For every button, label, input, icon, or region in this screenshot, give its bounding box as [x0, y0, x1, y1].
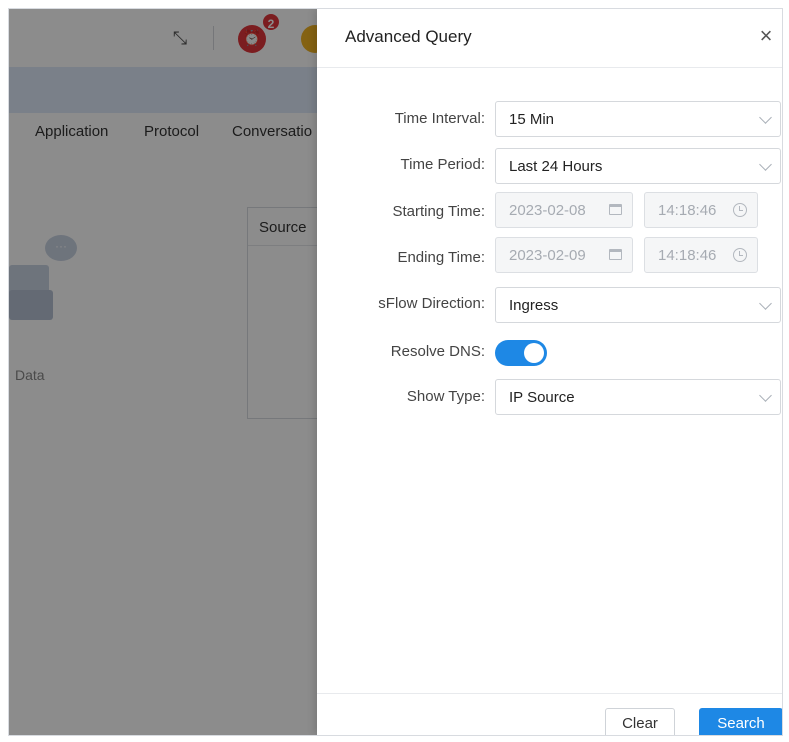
- starting-date-picker[interactable]: 2023-02-08: [495, 192, 633, 228]
- sflow-direction-label: sFlow Direction:: [378, 295, 485, 312]
- starting-time-label: Starting Time:: [392, 203, 485, 220]
- ending-time-label: Ending Time:: [397, 249, 485, 266]
- search-button[interactable]: Search: [699, 708, 782, 735]
- time-interval-value: 15 Min: [509, 111, 555, 128]
- drawer-title: Advanced Query: [345, 27, 472, 46]
- show-type-value: IP Source: [509, 389, 575, 406]
- clear-button[interactable]: Clear: [605, 708, 675, 735]
- resolve-dns-toggle[interactable]: [495, 340, 547, 366]
- time-period-select[interactable]: Last 24 Hours: [495, 148, 781, 184]
- starting-time-value: 14:18:46: [658, 202, 717, 219]
- drawer-header: Advanced Query ×: [317, 9, 782, 68]
- calendar-icon: [609, 249, 622, 260]
- ending-time-picker[interactable]: 14:18:46: [644, 237, 758, 273]
- calendar-icon: [609, 204, 622, 215]
- chevron-down-icon: [759, 111, 772, 124]
- show-type-label: Show Type:: [406, 388, 485, 405]
- starting-time-picker[interactable]: 14:18:46: [644, 192, 758, 228]
- chevron-down-icon: [759, 389, 772, 402]
- sflow-direction-value: Ingress: [509, 297, 559, 314]
- close-icon[interactable]: ×: [753, 23, 779, 49]
- time-interval-select[interactable]: 15 Min: [495, 101, 781, 137]
- app-window: ⤡ ⏰ 2 Application Protocol Conversatio ·…: [8, 8, 783, 736]
- chevron-down-icon: [759, 297, 772, 310]
- ending-time-value: 14:18:46: [658, 247, 717, 264]
- show-type-select[interactable]: IP Source: [495, 379, 781, 415]
- sflow-direction-select[interactable]: Ingress: [495, 287, 781, 323]
- ending-date-picker[interactable]: 2023-02-09: [495, 237, 633, 273]
- clock-icon: [733, 203, 747, 217]
- starting-date-value: 2023-02-08: [509, 202, 586, 219]
- advanced-query-drawer: Advanced Query × Time Interval: 15 Min T…: [317, 9, 782, 735]
- toggle-knob: [524, 343, 544, 363]
- time-period-label: Time Period:: [400, 156, 485, 173]
- drawer-footer: Clear Search: [317, 693, 782, 735]
- chevron-down-icon: [759, 158, 772, 171]
- ending-date-value: 2023-02-09: [509, 247, 586, 264]
- resolve-dns-label: Resolve DNS:: [390, 343, 485, 360]
- time-interval-label: Time Interval:: [394, 110, 485, 127]
- time-period-value: Last 24 Hours: [509, 158, 603, 175]
- clock-icon: [733, 248, 747, 262]
